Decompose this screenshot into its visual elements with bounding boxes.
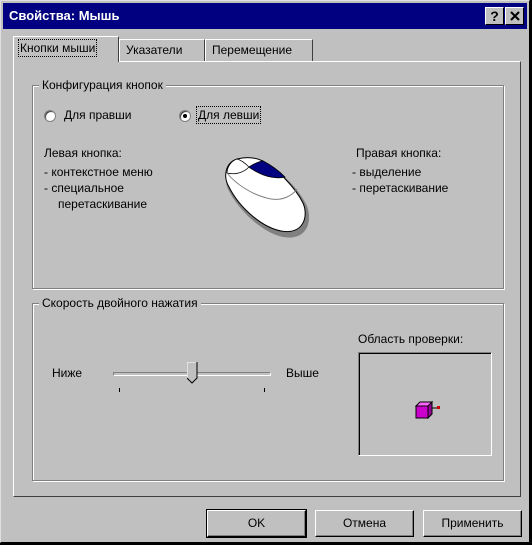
left-button-item: перетаскивание — [58, 197, 148, 211]
mouse-icon — [225, 157, 310, 238]
right-button-title: Правая кнопка: — [356, 146, 442, 160]
group-legend: Скорость двойного нажатия — [39, 296, 201, 310]
title-bar[interactable]: Свойства: Мышь ? — [3, 3, 527, 29]
right-button-item: - выделение — [352, 165, 422, 179]
slider-tick — [119, 388, 120, 392]
tab-label: Кнопки мыши — [17, 39, 98, 57]
apply-button[interactable]: Применить — [423, 510, 522, 537]
left-handed-label[interactable]: Для левши — [195, 106, 262, 124]
test-area-label: Область проверки: — [358, 332, 464, 346]
window-title: Свойства: Мышь — [9, 8, 120, 23]
left-handed-radio[interactable] — [179, 110, 191, 122]
close-icon — [509, 11, 520, 21]
tab-pointers[interactable]: Указатели — [119, 39, 205, 61]
double-click-group: Скорость двойного нажатия Ниже Выше Обла… — [32, 296, 504, 481]
button-config-group: Конфигурация кнопок Для правши Для левши… — [32, 78, 504, 289]
left-button-title: Левая кнопка: — [44, 146, 122, 160]
right-handed-radio[interactable] — [44, 110, 56, 122]
group-legend: Конфигурация кнопок — [39, 78, 166, 92]
left-button-item: - контекстное меню — [44, 165, 153, 179]
tab-label: Указатели — [126, 43, 183, 57]
tab-label: Перемещение — [212, 43, 292, 57]
left-button-item: - специальное — [44, 181, 124, 195]
jack-in-the-box-icon — [415, 401, 440, 420]
slow-label: Ниже — [52, 366, 83, 380]
test-area[interactable] — [358, 352, 492, 456]
ok-button[interactable]: OK — [206, 509, 307, 538]
slider-tick — [264, 388, 265, 392]
cancel-button[interactable]: Отмена — [315, 510, 414, 537]
tab-motion[interactable]: Перемещение — [205, 39, 313, 61]
tab-mouse-buttons[interactable]: Кнопки мыши — [13, 36, 119, 62]
slider-thumb[interactable] — [187, 362, 198, 384]
fast-label: Выше — [286, 366, 319, 380]
speed-slider[interactable] — [113, 354, 271, 398]
right-handed-label[interactable]: Для правши — [64, 108, 132, 122]
mouse-properties-dialog: Свойства: Мышь ? Кнопки мыши Указатели П… — [0, 0, 530, 543]
tab-panel: Конфигурация кнопок Для правши Для левши… — [13, 61, 521, 497]
help-button[interactable]: ? — [485, 7, 504, 25]
right-button-item: - перетаскивание — [352, 181, 449, 195]
close-button[interactable] — [505, 7, 524, 25]
